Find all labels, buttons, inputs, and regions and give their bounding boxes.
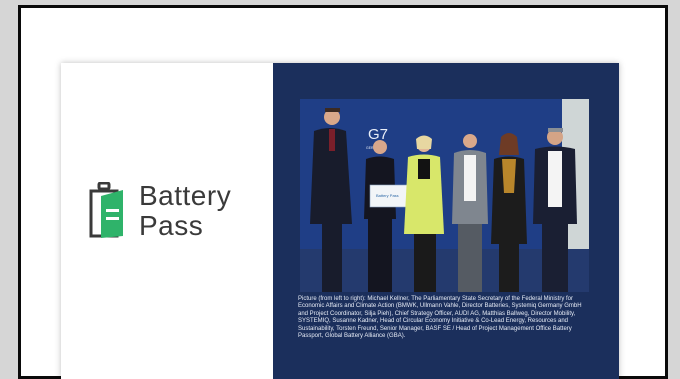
battery-pass-logo: Battery Pass xyxy=(87,181,231,241)
logo-line-1: Battery xyxy=(139,180,232,211)
slide: Battery Pass G7 GERMANY xyxy=(61,63,619,379)
certificate-text: Battery Pass xyxy=(376,193,399,198)
battery-pass-logo-icon xyxy=(89,182,123,238)
photo-caption: Picture (from left to right): Michael Ke… xyxy=(298,296,582,340)
logo-panel: Battery Pass xyxy=(61,63,273,379)
photo-panel: G7 GERMANY Battery Pass xyxy=(273,63,619,379)
logo-line-2: Pass xyxy=(139,210,204,241)
screenshot-frame: Battery Pass G7 GERMANY xyxy=(18,5,668,379)
group-photo: G7 GERMANY Battery Pass xyxy=(300,99,589,292)
logo-wordmark: Battery Pass xyxy=(139,181,231,241)
